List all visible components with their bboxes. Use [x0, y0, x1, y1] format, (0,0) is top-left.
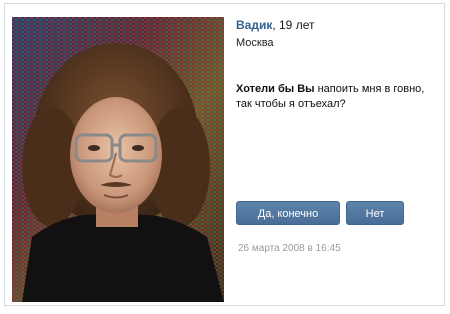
profile-age: , 19 лет	[272, 18, 315, 32]
profile-name-link[interactable]: Вадик	[236, 18, 272, 32]
profile-photo[interactable]	[12, 17, 224, 302]
profile-city: Москва	[236, 37, 274, 49]
poll-question-bold: Хотели бы Вы	[236, 83, 315, 95]
profile-photo-image	[12, 17, 224, 302]
poll-buttons: Да, конечно Нет	[236, 201, 404, 225]
name-line: Вадик, 19 лет	[236, 18, 441, 32]
post-date: 26 марта 2008 в 16:45	[238, 243, 341, 254]
yes-button[interactable]: Да, конечно	[236, 201, 340, 225]
no-button[interactable]: Нет	[346, 201, 404, 225]
poll-question: Хотели бы Вы напоить мня в говно, так чт…	[236, 82, 441, 112]
profile-info: Вадик, 19 лет Москва Хотели бы Вы напоит…	[236, 18, 441, 112]
